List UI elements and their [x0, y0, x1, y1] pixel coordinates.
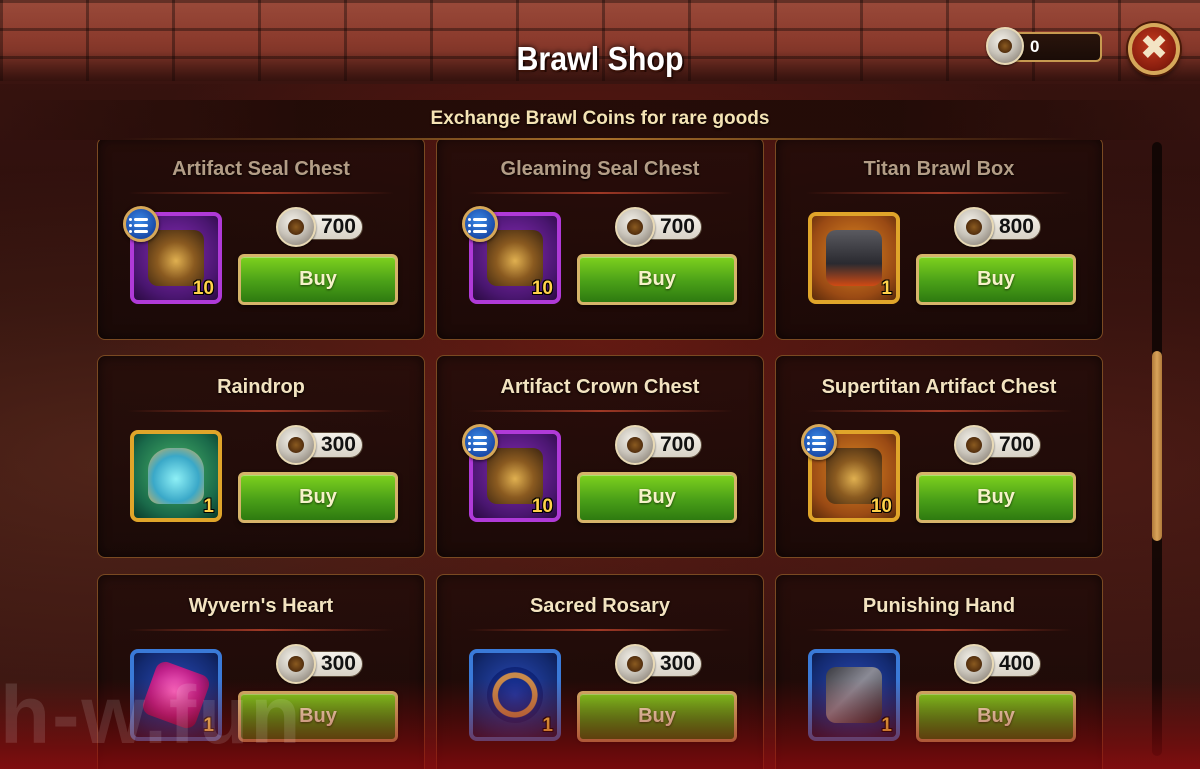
box-icon [826, 230, 882, 286]
brawl-coin-icon [615, 207, 655, 247]
item-quantity: 1 [542, 715, 553, 736]
info-list-icon[interactable] [462, 206, 498, 242]
item-name: Supertitan Artifact Chest [821, 376, 1057, 398]
brawl-coin-icon [615, 644, 655, 684]
shop-card: Titan Brawl Box 1 800 Buy [775, 140, 1103, 340]
item-quantity: 10 [531, 496, 553, 517]
item-quantity: 1 [203, 496, 214, 517]
item-name: Titan Brawl Box [863, 158, 1015, 180]
shop-card: Gleaming Seal Chest 10 700 Buy [436, 140, 764, 340]
shop-card: Raindrop 1 300 Buy [97, 355, 425, 558]
item-name: Sacred Rosary [529, 595, 671, 617]
shop-card: Sacred Rosary 1 300 Buy [436, 574, 764, 769]
info-list-icon[interactable] [123, 206, 159, 242]
item-name: Punishing Hand [862, 595, 1016, 617]
brawl-coin-icon [954, 207, 994, 247]
card-divider [806, 192, 1072, 194]
jar-icon [148, 448, 204, 504]
close-button[interactable]: ✖ [1128, 23, 1180, 75]
watermark: h-w.fun [0, 670, 303, 761]
card-divider [467, 192, 733, 194]
card-divider [467, 410, 733, 412]
item-quantity: 10 [192, 278, 214, 299]
item-quantity: 1 [881, 278, 892, 299]
shop-card: Artifact Crown Chest 10 700 Buy [436, 355, 764, 558]
buy-button[interactable]: Buy [577, 472, 737, 523]
brawl-coin-icon [276, 425, 316, 465]
card-divider [806, 629, 1072, 631]
item-tile[interactable]: 1 [808, 649, 900, 741]
rosary-icon [487, 667, 543, 723]
brawl-coin-icon [276, 644, 316, 684]
item-quantity: 10 [870, 496, 892, 517]
item-quantity: 10 [531, 278, 553, 299]
shop-card: Artifact Seal Chest 10 700 Buy [97, 140, 425, 340]
buy-button[interactable]: Buy [916, 472, 1076, 523]
buy-button[interactable]: Buy [577, 691, 737, 742]
info-list-icon[interactable] [462, 424, 498, 460]
brawl-coin-amount: 0 [1030, 37, 1040, 56]
info-list-icon[interactable] [801, 424, 837, 460]
card-divider [128, 410, 394, 412]
card-divider [128, 192, 394, 194]
card-divider [467, 629, 733, 631]
gauntlet-icon [826, 667, 882, 723]
buy-button[interactable]: Buy [238, 254, 398, 305]
card-divider [806, 410, 1072, 412]
item-name: Wyvern's Heart [188, 595, 334, 617]
shop-card: Supertitan Artifact Chest 10 700 Buy [775, 355, 1103, 558]
brawl-coin-icon [276, 207, 316, 247]
item-tile[interactable]: 1 [130, 430, 222, 522]
item-tile[interactable]: 1 [469, 649, 561, 741]
shop-card: Punishing Hand 1 400 Buy [775, 574, 1103, 769]
brawl-coin-icon [954, 425, 994, 465]
brawl-coin-balance: 0 [986, 27, 1102, 65]
item-tile[interactable]: 1 [808, 212, 900, 304]
item-quantity: 1 [881, 715, 892, 736]
buy-button[interactable]: Buy [916, 691, 1076, 742]
item-name: Raindrop [217, 376, 305, 398]
shop-subtitle: Exchange Brawl Coins for rare goods [430, 108, 770, 129]
buy-button[interactable]: Buy [238, 472, 398, 523]
item-name: Gleaming Seal Chest [500, 158, 700, 180]
brawl-coin-icon [954, 644, 994, 684]
item-name: Artifact Crown Chest [500, 376, 700, 398]
buy-button[interactable]: Buy [916, 254, 1076, 305]
item-name: Artifact Seal Chest [172, 158, 350, 180]
brawl-coin-icon [615, 425, 655, 465]
buy-button[interactable]: Buy [577, 254, 737, 305]
card-divider [128, 629, 394, 631]
scrollbar-thumb[interactable] [1152, 351, 1162, 541]
brawl-coin-icon [986, 27, 1024, 65]
